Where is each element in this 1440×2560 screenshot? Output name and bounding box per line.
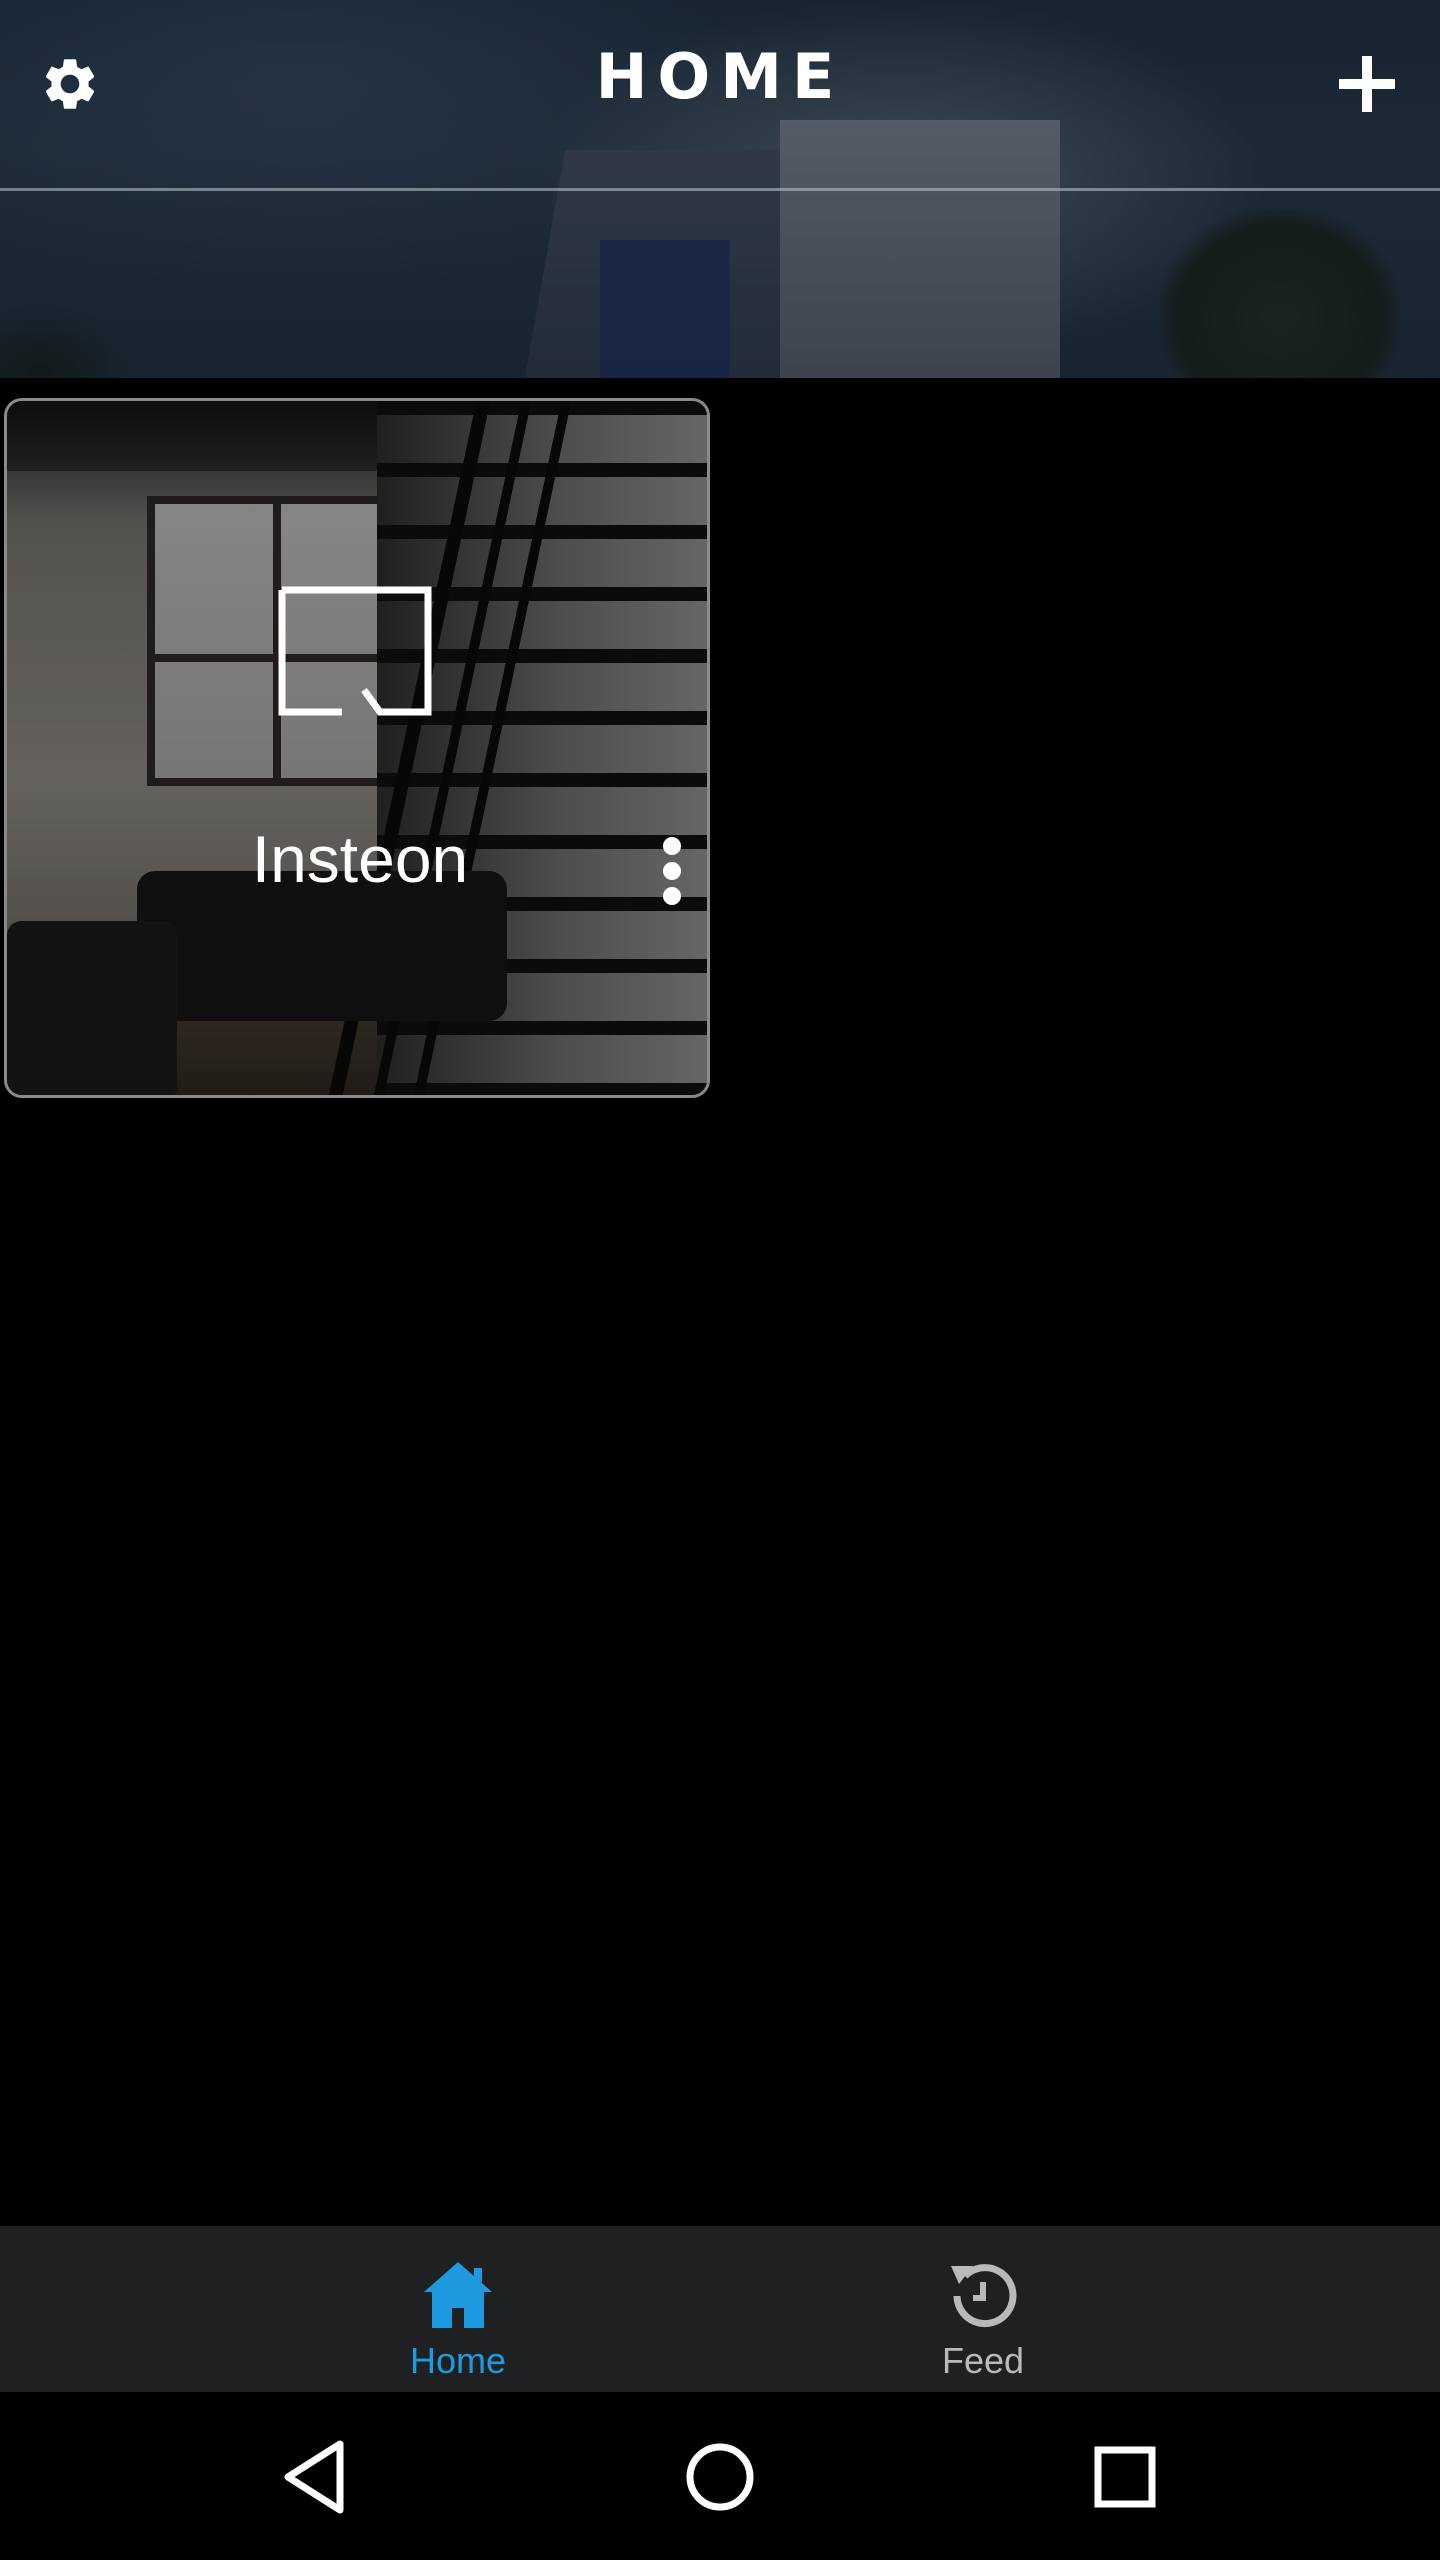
header: HOME	[0, 0, 1440, 378]
more-vertical-icon[interactable]	[647, 831, 697, 911]
plus-icon	[1339, 56, 1395, 112]
menu-dot	[663, 862, 681, 880]
card-title: Insteon	[251, 822, 469, 896]
header-divider	[0, 188, 1440, 191]
card-overlay	[7, 401, 707, 1095]
home-circle-icon[interactable]	[675, 2432, 765, 2522]
system-nav-bar	[0, 2392, 1440, 2560]
nav-label-feed: Feed	[941, 2340, 1025, 2381]
screen: HOME Insteon Home Feed	[0, 0, 1440, 2560]
nav-item-feed[interactable]: Feed	[833, 2226, 1133, 2392]
recents-square-icon[interactable]	[1080, 2432, 1170, 2522]
device-card[interactable]: Insteon	[4, 398, 710, 1098]
back-triangle-icon[interactable]	[270, 2432, 360, 2522]
menu-dot	[663, 887, 681, 905]
add-button[interactable]	[1322, 42, 1412, 126]
device-corner-icon	[278, 586, 432, 716]
menu-dot	[663, 837, 681, 855]
home-icon	[424, 2262, 492, 2328]
history-icon	[951, 2264, 1017, 2328]
bottom-nav: Home Feed	[0, 2226, 1440, 2392]
nav-item-home[interactable]: Home	[308, 2226, 608, 2392]
card-background-image	[7, 401, 707, 1095]
nav-label-home: Home	[409, 2340, 507, 2381]
page-title: HOME	[595, 40, 845, 113]
